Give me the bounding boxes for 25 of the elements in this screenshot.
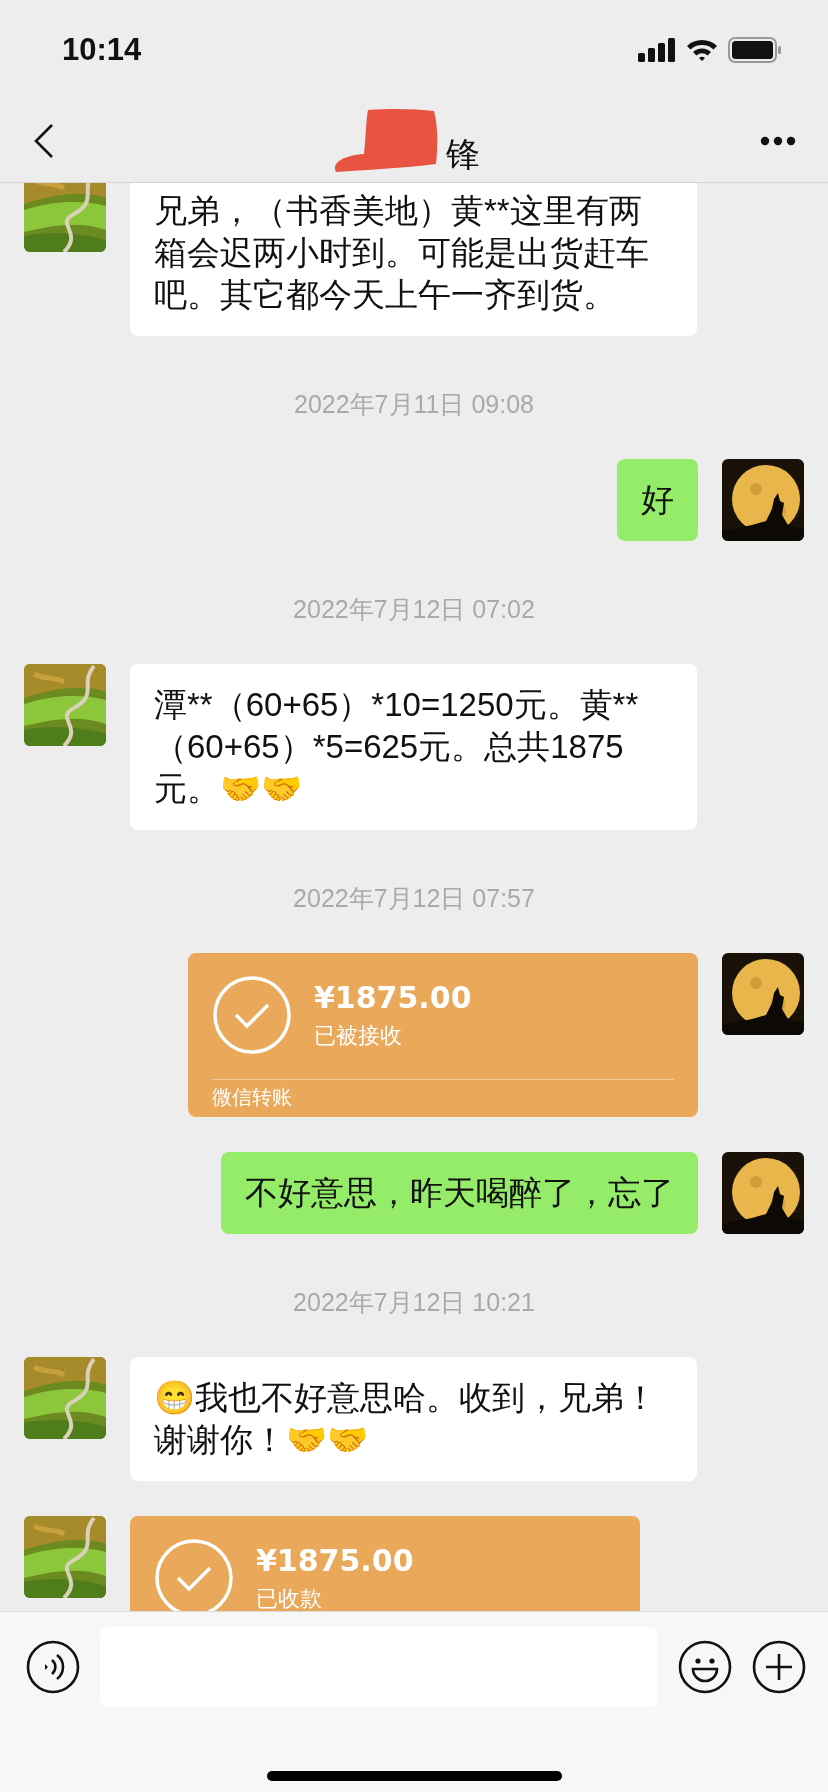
message-bubble[interactable]: 不好意思，昨天喝醉了，忘了 (221, 1152, 698, 1234)
wifi-icon (686, 38, 718, 62)
message-bubble[interactable]: 兄弟，（书香美地）黄**这里有两箱会迟两小时到。可能是出货赶车吧。其它都今天上午一齐到货。 (130, 183, 697, 336)
signal-icon (638, 38, 676, 62)
timestamp: 2022年7月12日 07:57 (292, 883, 536, 913)
status-time: 10:14 (62, 32, 142, 68)
more-icon[interactable] (760, 136, 796, 146)
timestamp: 2022年7月12日 10:21 (292, 1287, 536, 1317)
timestamp: 2022年7月11日 09:08 (293, 389, 535, 419)
check-icon (212, 975, 292, 1055)
back-icon[interactable] (34, 124, 54, 158)
transfer-status: 已被接收 (314, 1021, 403, 1050)
transfer-status: 已收款 (256, 1584, 323, 1611)
transfer-label: 微信转账 (212, 1079, 674, 1117)
message-bubble[interactable]: 😁我也不好意思哈。收到，兄弟！谢谢你！🤝🤝 (130, 1357, 697, 1481)
emoji-icon[interactable] (678, 1640, 732, 1694)
battery-icon (728, 37, 782, 63)
transfer-amount: ¥1875.00 (314, 979, 472, 1015)
message-bubble[interactable]: 好 (617, 459, 698, 541)
plus-icon[interactable] (752, 1640, 806, 1694)
message-bubble[interactable]: 潭**（60+65）*10=1250元。黄**（60+65）*5=625元。总共1875元。🤝🤝 (130, 664, 697, 830)
chat-title: 锋 (446, 133, 480, 176)
voice-icon[interactable] (26, 1640, 80, 1694)
transfer-amount: ¥1875.00 (256, 1542, 414, 1578)
timestamp: 2022年7月12日 07:02 (292, 594, 536, 624)
